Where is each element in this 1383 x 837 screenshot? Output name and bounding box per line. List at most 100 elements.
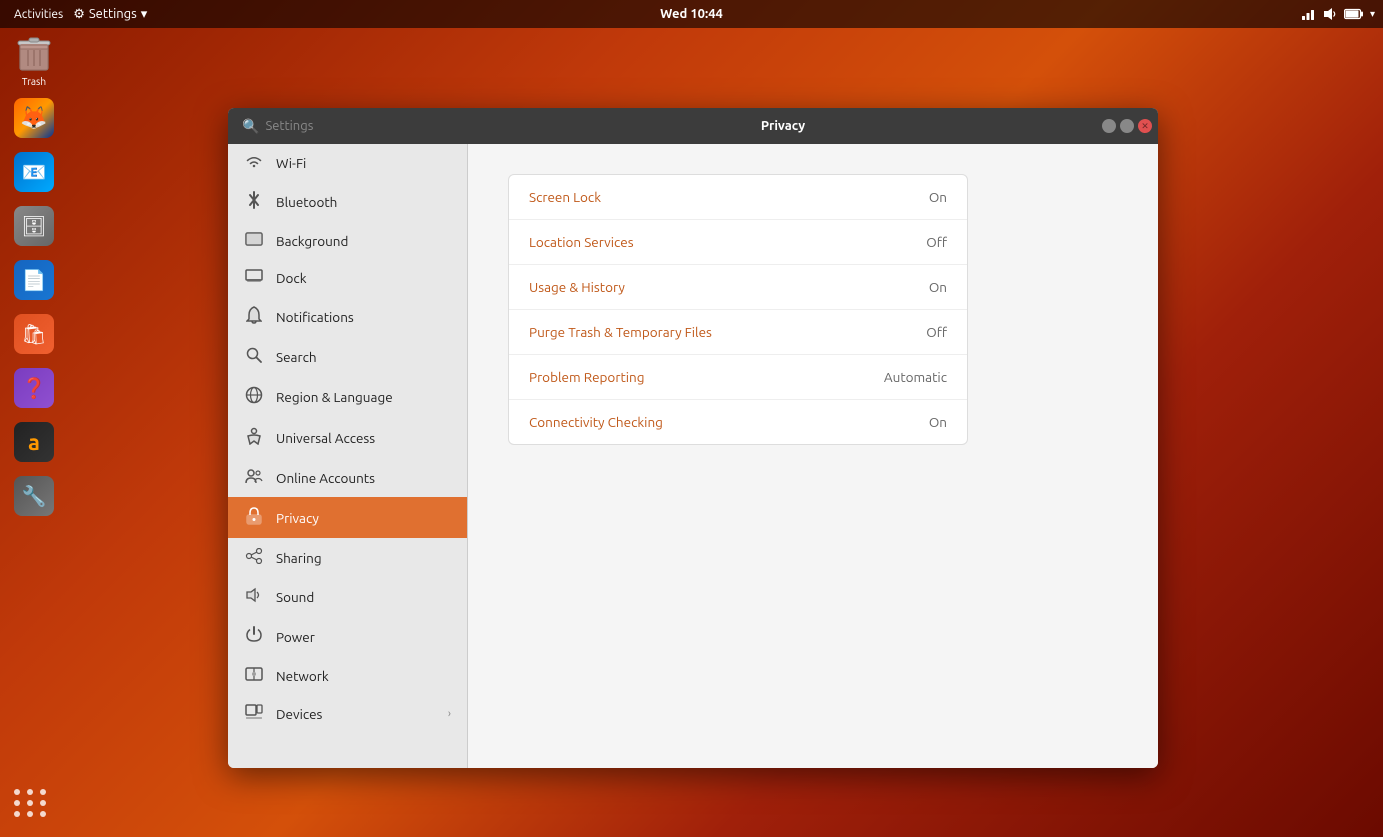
sidebar-label-universal: Universal Access <box>276 430 451 446</box>
search-icon <box>244 347 264 366</box>
dock: Trash 🦊 📧 🗄 📄 🛍 ❓ a 🔧 <box>0 28 68 837</box>
taskbar-clock: Wed 10:44 <box>660 7 723 21</box>
speaker-icon[interactable] <box>1322 6 1338 22</box>
dock-item-writer[interactable]: 📄 <box>10 256 58 304</box>
dock-item-storage[interactable]: 🗄 <box>10 202 58 250</box>
settings-menu-button[interactable]: ⚙ Settings ▾ <box>73 7 147 22</box>
battery-dropdown-icon[interactable]: ▾ <box>1370 8 1375 20</box>
sidebar-item-sound[interactable]: Sound <box>228 577 467 616</box>
titlebar-settings-label: Settings <box>265 119 313 133</box>
sidebar-item-sharing[interactable]: Sharing <box>228 538 467 577</box>
window-titlebar: 🔍 Settings Privacy ✕ <box>228 108 1158 144</box>
sidebar-item-region[interactable]: Region & Language <box>228 376 467 417</box>
dot-1 <box>14 789 20 795</box>
firefox-icon: 🦊 <box>14 98 54 138</box>
sidebar-item-privacy[interactable]: Privacy <box>228 497 467 538</box>
wifi-icon <box>244 154 264 171</box>
privacy-row-value: On <box>929 414 947 430</box>
sidebar-label-region: Region & Language <box>276 389 451 405</box>
dock-item-amazon[interactable]: a <box>10 418 58 466</box>
dot-2 <box>27 789 33 795</box>
sidebar-item-background[interactable]: Background <box>228 222 467 259</box>
appstore-icon: 🛍 <box>14 314 54 354</box>
privacy-row-value: On <box>929 279 947 295</box>
privacy-row[interactable]: Location ServicesOff <box>509 220 967 265</box>
notifications-icon <box>244 306 264 327</box>
taskbar: Activities ⚙ Settings ▾ Wed 10:44 ▾ <box>0 0 1383 28</box>
sidebar-label-privacy: Privacy <box>276 510 451 526</box>
sidebar-label-sharing: Sharing <box>276 550 451 566</box>
dock-item-firefox[interactable]: 🦊 <box>10 94 58 142</box>
privacy-row[interactable]: Usage & HistoryOn <box>509 265 967 310</box>
power-icon <box>244 626 264 647</box>
sidebar-item-dock[interactable]: Dock <box>228 259 467 296</box>
trash-label: Trash <box>22 76 46 87</box>
sidebar-label-dock: Dock <box>276 270 451 286</box>
privacy-row-label: Purge Trash & Temporary Files <box>529 324 712 340</box>
sidebar-item-bluetooth[interactable]: Bluetooth <box>228 181 467 222</box>
dot-4 <box>14 800 20 806</box>
sidebar-label-background: Background <box>276 233 451 249</box>
network-settings-icon <box>244 667 264 684</box>
dock-item-thunderbird[interactable]: 📧 <box>10 148 58 196</box>
privacy-row[interactable]: Problem ReportingAutomatic <box>509 355 967 400</box>
titlebar-controls: ✕ <box>1098 119 1158 133</box>
titlebar-search-area: 🔍 Settings <box>238 118 313 135</box>
dock-dots[interactable] <box>14 789 48 817</box>
sound-icon <box>244 587 264 606</box>
privacy-row-label: Problem Reporting <box>529 369 645 385</box>
taskbar-left: Activities ⚙ Settings ▾ <box>8 6 147 23</box>
background-icon <box>244 232 264 249</box>
privacy-row-label: Screen Lock <box>529 189 601 205</box>
privacy-icon <box>244 507 264 528</box>
sidebar-item-network[interactable]: Network <box>228 657 467 694</box>
battery-icon[interactable] <box>1344 8 1364 20</box>
privacy-row[interactable]: Connectivity CheckingOn <box>509 400 967 444</box>
dock-item-help[interactable]: ❓ <box>10 364 58 412</box>
sidebar-label-network: Network <box>276 668 451 684</box>
activities-button[interactable]: Activities <box>8 6 69 23</box>
sidebar-item-wifi[interactable]: Wi-Fi <box>228 144 467 181</box>
dot-5 <box>27 800 33 806</box>
region-icon <box>244 386 264 407</box>
sidebar-item-search[interactable]: Search <box>228 337 467 376</box>
bluetooth-icon <box>244 191 264 212</box>
writer-icon: 📄 <box>14 260 54 300</box>
settings-window: 🔍 Settings Privacy ✕ Wi-Fi <box>228 108 1158 768</box>
sidebar-label-search: Search <box>276 349 451 365</box>
taskbar-right: ▾ <box>1300 6 1375 22</box>
sidebar-item-online-accounts[interactable]: Online Accounts <box>228 458 467 497</box>
sidebar-label-wifi: Wi-Fi <box>276 155 451 171</box>
dock-icon <box>244 269 264 286</box>
sidebar-label-sound: Sound <box>276 589 451 605</box>
privacy-settings-table: Screen LockOnLocation ServicesOffUsage &… <box>508 174 968 445</box>
privacy-row[interactable]: Screen LockOn <box>509 175 967 220</box>
dock-item-trash[interactable]: Trash <box>10 36 58 84</box>
window-close-button[interactable]: ✕ <box>1138 119 1152 133</box>
dock-item-appstore[interactable]: 🛍 <box>10 310 58 358</box>
privacy-row-value: Off <box>926 324 947 340</box>
systools-icon: 🔧 <box>14 476 54 516</box>
settings-sidebar: Wi-Fi Bluetooth Background <box>228 144 468 768</box>
sharing-icon <box>244 548 264 567</box>
window-minimize-button[interactable] <box>1102 119 1116 133</box>
trash-icon <box>14 34 54 74</box>
network-icon[interactable] <box>1300 6 1316 22</box>
dot-6 <box>40 800 46 806</box>
sidebar-item-notifications[interactable]: Notifications <box>228 296 467 337</box>
universal-icon <box>244 427 264 448</box>
sidebar-label-online-accounts: Online Accounts <box>276 470 451 486</box>
sidebar-item-devices[interactable]: Devices › <box>228 694 467 733</box>
sidebar-item-universal[interactable]: Universal Access <box>228 417 467 458</box>
sidebar-label-devices: Devices <box>276 706 436 722</box>
window-maximize-button[interactable] <box>1120 119 1134 133</box>
privacy-main-content: Screen LockOnLocation ServicesOffUsage &… <box>468 144 1158 768</box>
sidebar-label-bluetooth: Bluetooth <box>276 194 451 210</box>
dock-item-systools[interactable]: 🔧 <box>10 472 58 520</box>
dot-9 <box>40 811 46 817</box>
sidebar-item-power[interactable]: Power <box>228 616 467 657</box>
amazon-icon: a <box>14 422 54 462</box>
storage-icon: 🗄 <box>14 206 54 246</box>
titlebar-title: Privacy <box>468 119 1098 133</box>
privacy-row[interactable]: Purge Trash & Temporary Files Off <box>509 310 967 355</box>
